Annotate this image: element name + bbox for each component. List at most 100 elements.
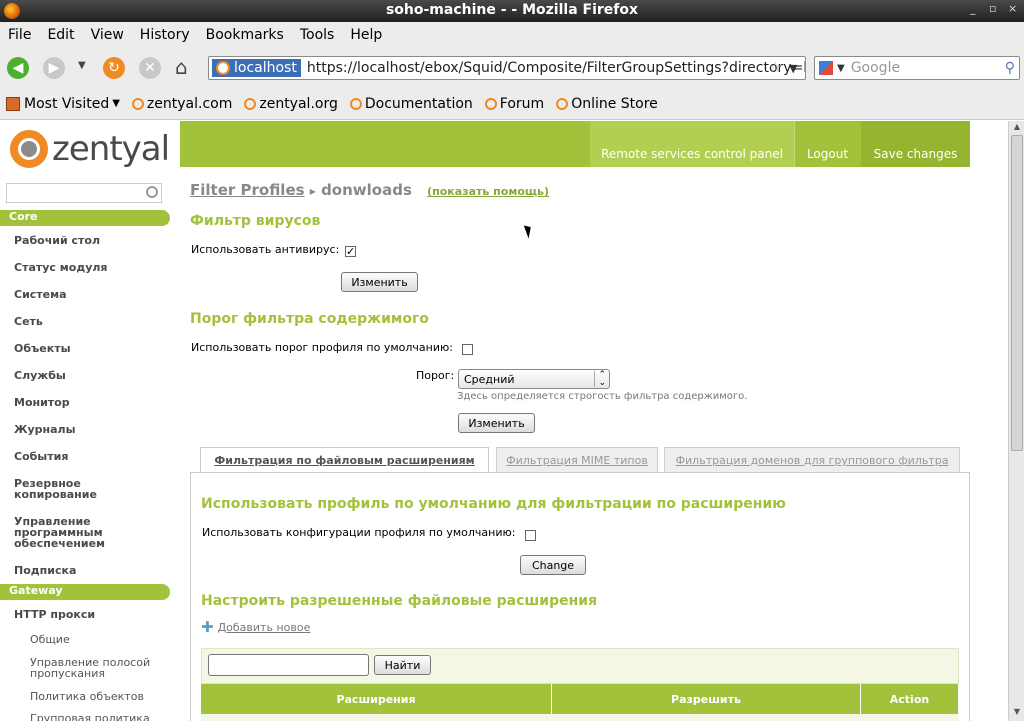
allowed-extensions-heading: Настроить разрешенные файловые расширени… xyxy=(201,593,598,609)
extension-change-button[interactable]: Change xyxy=(520,555,586,575)
sidebar-item-module-status[interactable]: Статус модуля xyxy=(14,262,164,273)
sidebar-section-gateway[interactable]: Gateway xyxy=(0,584,170,600)
menu-history[interactable]: History xyxy=(140,27,190,43)
column-header-action: Action xyxy=(861,684,959,714)
menu-view[interactable]: View xyxy=(91,27,124,43)
scroll-down-icon[interactable]: ▼ xyxy=(1011,707,1023,719)
stop-icon[interactable]: ✕ xyxy=(139,57,161,79)
menu-tools[interactable]: Tools xyxy=(300,27,335,43)
sidebar-item-subscription[interactable]: Подписка xyxy=(14,565,164,576)
sidebar-item-services[interactable]: Службы xyxy=(14,370,164,381)
search-icon[interactable]: ⚲ xyxy=(1005,60,1015,76)
window-title: soho-machine - - Mozilla Firefox xyxy=(385,2,639,18)
site-identity-badge[interactable]: localhost xyxy=(212,59,301,77)
threshold-change-button[interactable]: Изменить xyxy=(458,413,535,433)
bookmark-zentyal-com[interactable]: zentyal.com xyxy=(131,96,232,112)
minimize-button[interactable]: _ xyxy=(970,2,976,15)
sidebar-section-core[interactable]: Core xyxy=(0,210,170,226)
bookmark-most-visited[interactable]: Most Visited ▼ xyxy=(6,96,120,112)
zentyal-favicon-icon xyxy=(244,97,257,110)
url-dropdown-icon[interactable]: ▼ xyxy=(789,62,797,75)
sidebar-item-logs[interactable]: Журналы xyxy=(14,424,164,435)
bookmark-forum[interactable]: Forum xyxy=(484,96,544,112)
menu-edit[interactable]: Edit xyxy=(47,27,74,43)
virus-change-button[interactable]: Изменить xyxy=(341,272,418,292)
sidebar-search-input[interactable] xyxy=(6,183,162,203)
sidebar-subitem-general[interactable]: Общие xyxy=(30,634,170,645)
sidebar-item-backup[interactable]: Резервное копирование xyxy=(14,478,114,500)
threshold-select[interactable]: Средний ⌃ ⌄ xyxy=(458,369,610,389)
engine-dropdown-icon[interactable]: ▼ xyxy=(837,63,845,74)
sidebar-subitem-bandwidth[interactable]: Управление полосой пропускания xyxy=(30,657,160,679)
bookmark-star-icon[interactable]: ☆ xyxy=(769,60,782,76)
bookmarks-toolbar: Most Visited ▼ zentyal.com zentyal.org Do… xyxy=(0,88,1024,120)
logout-link[interactable]: Logout xyxy=(794,121,860,167)
bookmark-online-store[interactable]: Online Store xyxy=(556,96,658,112)
extension-default-checkbox[interactable] xyxy=(525,530,536,541)
menu-bar: File Edit View History Bookmarks Tools H… xyxy=(0,22,1024,48)
web-page: zentyal Remote services control panel Lo… xyxy=(0,121,1008,721)
reload-icon[interactable]: ↻ xyxy=(103,57,125,79)
scroll-up-icon[interactable]: ▲ xyxy=(1011,122,1023,134)
sidebar-subitem-group-policy[interactable]: Групповая политика xyxy=(30,713,170,721)
site-favicon-icon xyxy=(216,61,230,75)
mouse-cursor-icon xyxy=(523,223,535,239)
history-dropdown-icon[interactable]: ▼ xyxy=(78,60,86,71)
tab-mime-types[interactable]: Фильтрация MIME типов xyxy=(496,447,658,473)
antivirus-label: Использовать антивирус: xyxy=(191,243,340,256)
save-changes-link[interactable]: Save changes xyxy=(861,121,970,167)
forward-arrow-icon[interactable]: ▶ xyxy=(43,57,65,79)
navigation-toolbar: ◀ ▶ ▼ ↻ ✕ ⌂ localhost https://localhost/… xyxy=(0,48,1024,88)
window-titlebar: soho-machine - - Mozilla Firefox _ ▫ × xyxy=(0,0,1024,22)
select-arrows-icon: ⌃ ⌄ xyxy=(594,371,606,388)
find-button[interactable]: Найти xyxy=(374,655,431,675)
search-icon[interactable] xyxy=(146,186,158,198)
menu-bookmarks[interactable]: Bookmarks xyxy=(206,27,284,43)
zentyal-favicon-icon xyxy=(484,97,497,110)
url-text[interactable]: https://localhost/ebox/Squid/Composite/F… xyxy=(307,60,805,76)
maximize-button[interactable]: ▫ xyxy=(989,2,996,15)
breadcrumb: Filter Profiles ▸ donwloads (показать по… xyxy=(190,181,549,199)
zentyal-favicon-icon xyxy=(131,97,144,110)
sidebar-item-objects[interactable]: Объекты xyxy=(14,343,164,354)
menu-file[interactable]: File xyxy=(8,27,31,43)
sidebar-item-http-proxy[interactable]: HTTP прокси xyxy=(14,609,164,620)
search-input[interactable]: Google xyxy=(851,60,900,76)
zentyal-logo[interactable]: zentyal xyxy=(10,129,170,169)
tab-domain-filter[interactable]: Фильтрация доменов для группового фильтр… xyxy=(664,447,960,473)
google-engine-icon[interactable] xyxy=(819,61,833,75)
sidebar-item-network[interactable]: Сеть xyxy=(14,316,164,327)
chevron-down-icon: ▼ xyxy=(112,98,120,109)
page-scrollbar[interactable]: ▲ ▼ xyxy=(1008,121,1024,721)
table-search-input[interactable] xyxy=(208,654,369,676)
scroll-thumb[interactable] xyxy=(1011,135,1023,451)
zentyal-favicon-icon xyxy=(349,97,362,110)
sidebar-item-events[interactable]: События xyxy=(14,451,164,462)
threshold-select-label: Порог: xyxy=(416,369,455,382)
antivirus-checkbox[interactable]: ✓ xyxy=(345,246,356,257)
breadcrumb-separator-icon: ▸ xyxy=(309,184,316,198)
add-new-link[interactable]: ✚ Добавить новое xyxy=(201,618,310,636)
url-bar[interactable]: localhost https://localhost/ebox/Squid/C… xyxy=(208,56,806,80)
breadcrumb-current: donwloads xyxy=(321,181,412,199)
column-header-extensions: Расширения xyxy=(201,684,552,714)
default-threshold-checkbox[interactable] xyxy=(462,344,473,355)
tab-file-extensions[interactable]: Фильтрация по файловым расширениям xyxy=(200,447,489,473)
back-arrow-icon[interactable]: ◀ xyxy=(7,57,29,79)
sidebar-item-system[interactable]: Система xyxy=(14,289,164,300)
sidebar-item-monitor[interactable]: Монитор xyxy=(14,397,164,408)
column-header-allow: Разрешить xyxy=(552,684,861,714)
remote-services-link[interactable]: Remote services control panel xyxy=(590,121,794,167)
show-help-link[interactable]: (показать помощь) xyxy=(427,185,549,198)
home-icon[interactable]: ⌂ xyxy=(175,55,188,79)
bookmark-documentation[interactable]: Documentation xyxy=(349,96,473,112)
breadcrumb-filter-profiles-link[interactable]: Filter Profiles xyxy=(190,181,305,199)
menu-help[interactable]: Help xyxy=(350,27,382,43)
folder-icon xyxy=(6,96,20,111)
sidebar-item-software-management[interactable]: Управление программным обеспечением xyxy=(14,516,114,549)
search-bar[interactable]: ▼ Google ⚲ xyxy=(814,56,1020,80)
bookmark-zentyal-org[interactable]: zentyal.org xyxy=(244,96,338,112)
sidebar-subitem-object-policy[interactable]: Политика объектов xyxy=(30,691,170,702)
close-window-button[interactable]: × xyxy=(1008,2,1017,15)
sidebar-item-dashboard[interactable]: Рабочий стол xyxy=(14,235,164,246)
